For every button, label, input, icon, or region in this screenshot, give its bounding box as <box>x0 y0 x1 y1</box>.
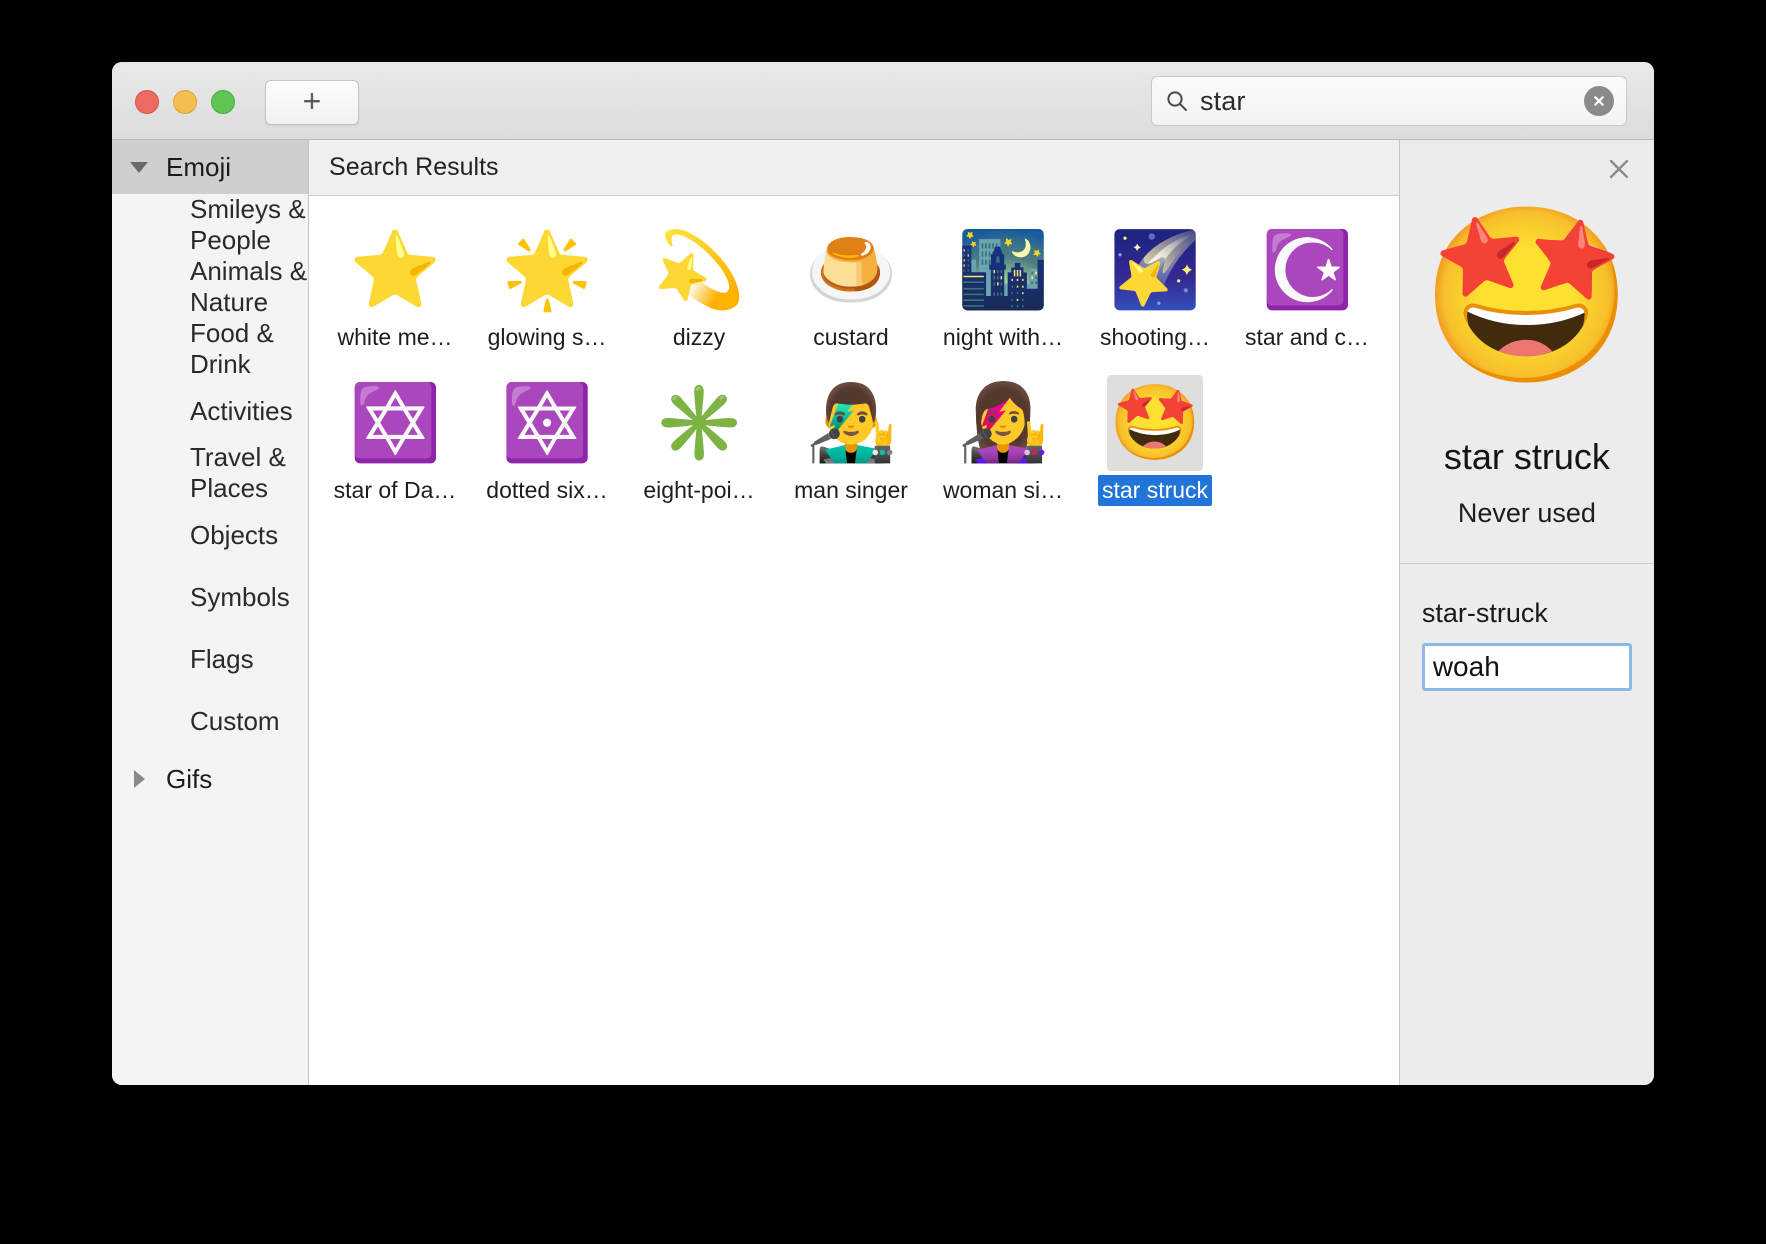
sidebar-group-gifs-label: Gifs <box>166 763 213 794</box>
emoji-glyph-icon: 🔯 <box>500 381 594 464</box>
emoji-cell[interactable]: 👩‍🎤 woman si… <box>927 367 1079 506</box>
window-titlebar: + star <box>112 62 1654 140</box>
emoji-detail-title: star struck <box>1443 436 1610 477</box>
emoji-label: eight-poi… <box>643 477 755 503</box>
emoji-label: shooting… <box>1100 324 1210 350</box>
search-icon <box>1167 91 1187 111</box>
emoji-label: glowing s… <box>487 324 607 350</box>
emoji-grid: ⭐ white me… 🌟 glowing s… 💫 dizzy 🍮 custard 🌃 nigh… <box>309 196 1399 520</box>
sidebar-item-smileys-people[interactable]: Smileys & People <box>112 194 308 256</box>
emoji-cell[interactable]: 🍮 custard <box>775 214 927 353</box>
sidebar-group-emoji[interactable]: Emoji <box>112 140 309 194</box>
triangle-right-icon[interactable] <box>120 770 158 788</box>
emoji-cell[interactable]: 🔯 dotted six… <box>471 367 623 506</box>
emoji-cell[interactable]: 🌠 shooting… <box>1079 214 1231 353</box>
sidebar-item-flags[interactable]: Flags <box>112 628 308 690</box>
sidebar-item-label: Custom <box>190 705 280 736</box>
sidebar-item-label: Flags <box>190 643 254 674</box>
emoji-preview-glyph: 🤩 <box>1419 199 1634 392</box>
keyword-input[interactable]: woah <box>1421 643 1632 691</box>
emoji-label: star and c… <box>1245 324 1370 350</box>
emoji-label: star of Da… <box>333 477 457 503</box>
emoji-glyph-icon: 🌟 <box>500 228 594 311</box>
emoji-glyph-icon: 👨‍🎤 <box>804 381 898 464</box>
emoji-glyph-icon: 🍮 <box>804 228 898 311</box>
add-button[interactable]: + <box>265 80 359 125</box>
emoji-label: dotted six… <box>486 477 608 503</box>
search-results-header: Search Results <box>309 140 1399 196</box>
sidebar-item-food-drink[interactable]: Food & Drink <box>112 318 308 380</box>
sidebar-item-label: Symbols <box>190 581 290 612</box>
sidebar-item-animals-nature[interactable]: Animals & Nature <box>112 256 308 318</box>
emoji-glyph-icon: ⭐ <box>348 228 442 311</box>
emoji-cell[interactable]: ✡️ star of Da… <box>319 367 471 506</box>
emoji-picker-window: + star Emoji Smileys & People Animals & … <box>112 62 1654 1085</box>
search-input[interactable]: star <box>1200 86 1584 117</box>
emoji-cell[interactable]: 🤩 star struck <box>1079 367 1231 506</box>
sidebar-item-label: Travel & Places <box>190 442 286 503</box>
sidebar-group-emoji-label: Emoji <box>166 151 232 182</box>
emoji-label: star struck <box>1097 475 1213 506</box>
sidebar-item-travel-places[interactable]: Travel & Places <box>112 442 308 504</box>
emoji-label: woman si… <box>942 477 1064 503</box>
sidebar-item-activities[interactable]: Activities <box>112 380 308 442</box>
sidebar-item-label: Smileys & People <box>190 194 306 255</box>
sidebar-item-objects[interactable]: Objects <box>112 504 308 566</box>
window-body: Emoji Smileys & People Animals & Nature … <box>112 140 1654 1085</box>
emoji-glyph-icon: 💫 <box>652 228 746 311</box>
emoji-cell[interactable]: 🌃 night with… <box>927 214 1079 353</box>
clear-search-icon[interactable] <box>1584 86 1614 116</box>
emoji-detail-fields: star-struck woah <box>1400 564 1654 1085</box>
sidebar-item-custom[interactable]: Custom <box>112 690 308 752</box>
emoji-label: white me… <box>337 324 453 350</box>
emoji-cell[interactable]: ✳️ eight-poi… <box>623 367 775 506</box>
sidebar-item-label: Animals & Nature <box>190 256 308 317</box>
plus-icon: + <box>302 83 322 119</box>
emoji-glyph-icon: ✳️ <box>652 381 746 464</box>
emoji-glyph-icon: ✡️ <box>348 381 442 464</box>
sidebar-item-label: Activities <box>190 395 293 426</box>
emoji-label: custard <box>813 324 889 350</box>
sidebar-group-gifs[interactable]: Gifs <box>112 752 308 806</box>
close-window-button[interactable] <box>135 90 159 114</box>
sidebar-item-label: Objects <box>190 519 279 550</box>
emoji-label: man singer <box>794 477 908 503</box>
emoji-glyph-icon: ☪️ <box>1260 228 1354 311</box>
search-field[interactable]: star <box>1151 76 1627 126</box>
emoji-cell[interactable]: ☪️ star and c… <box>1231 214 1383 353</box>
emoji-cell[interactable]: 💫 dizzy <box>623 214 775 353</box>
emoji-label: dizzy <box>672 324 726 350</box>
emoji-glyph-icon: 🌃 <box>956 228 1050 311</box>
emoji-shortcode-label: star-struck <box>1421 598 1548 628</box>
search-results-title: Search Results <box>329 153 499 181</box>
minimize-window-button[interactable] <box>173 90 197 114</box>
triangle-down-icon[interactable] <box>120 161 158 173</box>
emoji-cell[interactable]: ⭐ white me… <box>319 214 471 353</box>
sidebar-item-symbols[interactable]: Symbols <box>112 566 308 628</box>
sidebar-item-label: Food & Drink <box>190 318 274 379</box>
emoji-glyph-icon: 🌠 <box>1108 228 1202 311</box>
emoji-usage-status: Never used <box>1457 498 1596 528</box>
emoji-glyph-icon: 👩‍🎤 <box>956 381 1050 464</box>
emoji-cell[interactable]: 🌟 glowing s… <box>471 214 623 353</box>
sidebar: Emoji Smileys & People Animals & Nature … <box>112 140 310 1085</box>
search-results-panel: Search Results ⭐ white me… 🌟 glowing s… 💫 diz… <box>309 140 1400 1085</box>
emoji-glyph-icon: 🤩 <box>1107 375 1204 471</box>
keyword-input-value: woah <box>1432 651 1500 682</box>
close-icon[interactable] <box>1602 152 1636 186</box>
maximize-window-button[interactable] <box>211 90 235 114</box>
emoji-label: night with… <box>942 324 1064 350</box>
emoji-detail-preview: 🤩 star struck Never used <box>1399 140 1654 564</box>
emoji-detail-panel: 🤩 star struck Never used star-struck woa… <box>1399 140 1654 1085</box>
emoji-cell[interactable]: 👨‍🎤 man singer <box>775 367 927 506</box>
